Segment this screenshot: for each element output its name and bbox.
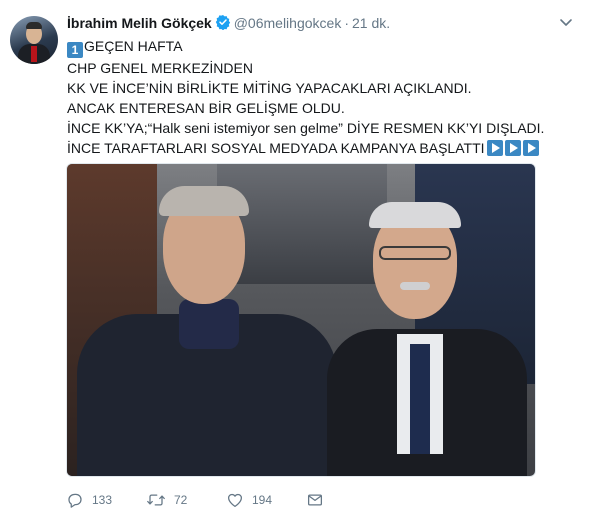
tweet-line-text: GEÇEN HAFTA: [84, 38, 183, 54]
tweet-line-text: İNCE TARAFTARLARI SOSYAL MEDYADA KAMPANY…: [67, 140, 485, 156]
retweet-icon: [146, 491, 166, 509]
tweet-line: 1 GEÇEN HAFTA: [67, 36, 567, 58]
tweet-line: ANCAK ENTERESAN BİR GELİŞME OLDU.: [67, 100, 345, 116]
tweet-header: İbrahim Melih Gökçek @06melihgokcek · 21 dk…: [67, 14, 390, 33]
tweet-photo[interactable]: [66, 163, 536, 477]
photo-person-right-hair: [369, 202, 461, 228]
envelope-icon: [306, 491, 324, 509]
dot-separator: ·: [344, 15, 349, 31]
tweet-text: 1 GEÇEN HAFTA CHP GENEL MERKEZİNDEN KK VE…: [67, 36, 567, 158]
author-handle[interactable]: @06melihgokcek: [234, 15, 342, 31]
reply-icon: [66, 491, 84, 509]
avatar-hair: [26, 22, 42, 29]
avatar-tie: [31, 46, 37, 62]
keycap-one-icon: 1: [67, 42, 83, 58]
play-button-icon: [504, 140, 521, 156]
photo-person-left-hair: [159, 186, 249, 216]
tweet-line: KK VE İNCE’NİN BİRLİKTE MİTİNG YAPACAKLA…: [67, 80, 472, 96]
tweet-line: CHP GENEL MERKEZİNDEN: [67, 60, 253, 76]
retweet-count: 72: [174, 493, 188, 507]
reply-count: 133: [92, 493, 113, 507]
verified-badge-icon: [215, 14, 231, 33]
tweet-timestamp[interactable]: 21 dk.: [352, 15, 390, 31]
direct-message-button[interactable]: [306, 490, 324, 510]
author-name[interactable]: İbrahim Melih Gökçek: [67, 15, 212, 31]
tweet-line: İNCE KK’YA;“Halk seni istemiyor sen gelm…: [67, 120, 545, 136]
photo-person-left-scarf: [179, 299, 239, 349]
play-button-icon: [486, 140, 503, 156]
like-button[interactable]: 194: [226, 490, 272, 510]
chevron-down-icon[interactable]: [558, 14, 574, 30]
reply-button[interactable]: 133: [66, 490, 112, 510]
retweet-button[interactable]: 72: [146, 490, 187, 510]
heart-icon: [226, 491, 244, 509]
photo-person-right-mustache: [400, 282, 430, 290]
photo-person-right-glasses: [379, 246, 451, 260]
tweet-line: İNCE TARAFTARLARI SOSYAL MEDYADA KAMPANY…: [67, 138, 567, 158]
tweet[interactable]: İbrahim Melih Gökçek @06melihgokcek · 21 dk…: [0, 0, 592, 518]
photo-person-right-tie: [410, 344, 430, 454]
like-count: 194: [252, 493, 273, 507]
play-button-icon: [522, 140, 539, 156]
avatar[interactable]: [10, 16, 58, 64]
